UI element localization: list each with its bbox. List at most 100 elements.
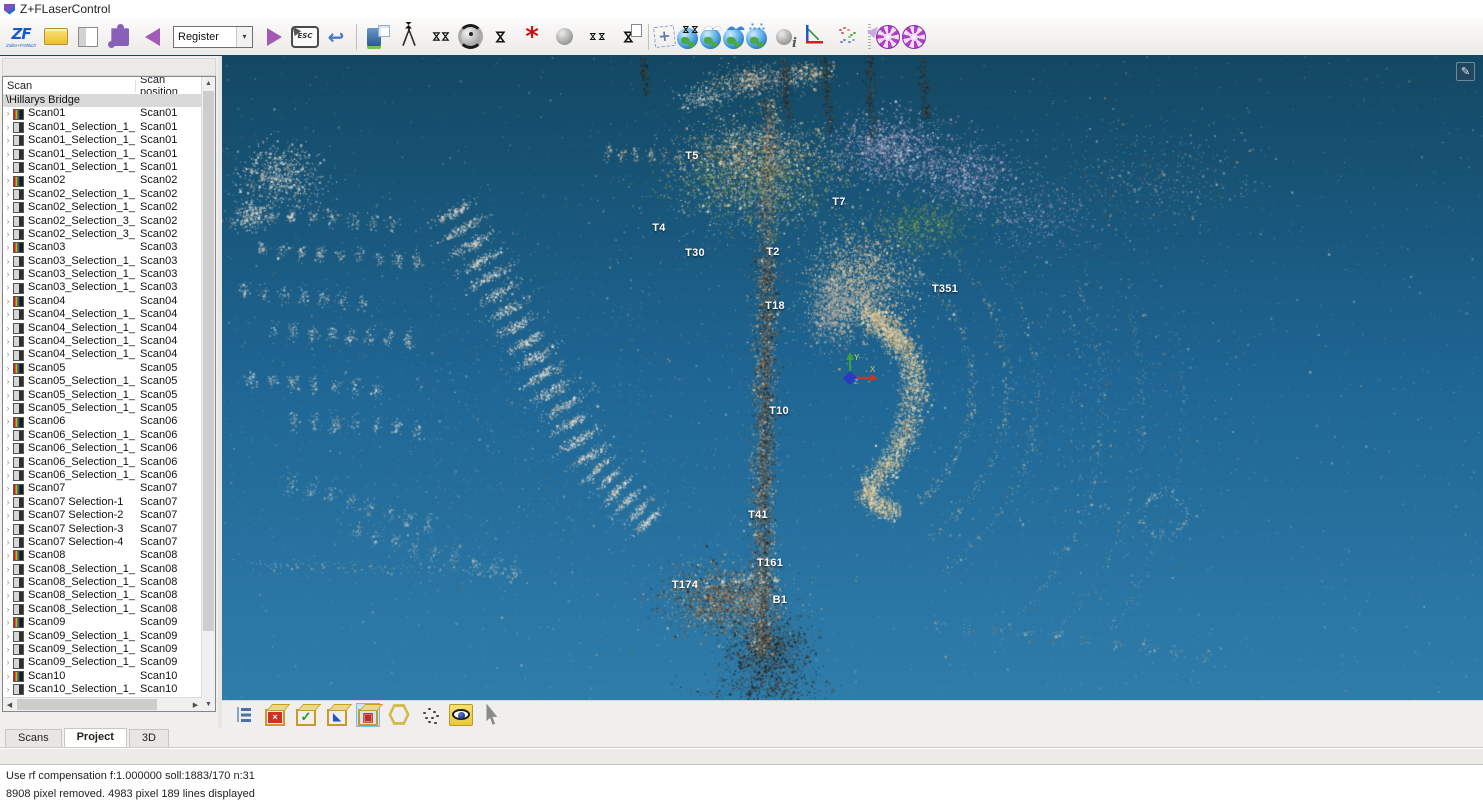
expand-chevron-icon[interactable]: › — [3, 107, 13, 120]
expand-chevron-icon[interactable]: › — [3, 335, 13, 348]
target-report-icon[interactable]: ⋈ — [613, 22, 643, 52]
scan-row[interactable]: ›Scan04_Selection_1_4Scan04 — [3, 348, 202, 361]
horizontal-scrollbar[interactable]: ◀ ▶ — [3, 697, 202, 711]
globe-clouds-icon[interactable]: ☁☁ — [700, 28, 721, 49]
expand-chevron-icon[interactable]: › — [3, 630, 13, 643]
scan-row[interactable]: ›Scan08_Selection_1_4Scan08 — [3, 603, 202, 616]
expand-chevron-icon[interactable]: › — [3, 348, 13, 361]
expand-chevron-icon[interactable]: › — [3, 456, 13, 469]
scan-row[interactable]: ›Scan04_Selection_1_2Scan04 — [3, 322, 202, 335]
scan-row[interactable]: ›Scan07 Selection-3Scan07 — [3, 523, 202, 536]
scan-tree-icon[interactable] — [232, 703, 256, 727]
scan-row[interactable]: ›Scan04_Selection_1_3Scan04 — [3, 335, 202, 348]
tab-3d[interactable]: 3D — [129, 729, 169, 747]
scan-row[interactable]: ›Scan08_Selection_1_2Scan08 — [3, 576, 202, 589]
cube-section-icon[interactable]: ◣ — [325, 703, 349, 727]
scan-row[interactable]: ›Scan05Scan05 — [3, 362, 202, 375]
scan-row[interactable]: ›Scan03_Selection_1_2Scan03 — [3, 268, 202, 281]
expand-chevron-icon[interactable]: › — [3, 281, 13, 294]
expand-chevron-icon[interactable]: › — [3, 389, 13, 402]
scan-root-row[interactable]: \Hillarys Bridge — [3, 94, 202, 107]
expand-chevron-icon[interactable]: › — [3, 402, 13, 415]
view-visibility-icon[interactable] — [449, 703, 473, 727]
scan-row[interactable]: ›Scan04_Selection_1_1Scan04 — [3, 308, 202, 321]
nav-forward-icon[interactable] — [259, 22, 289, 52]
scan-row[interactable]: ›Scan05_Selection_1_2Scan05 — [3, 389, 202, 402]
expand-chevron-icon[interactable]: › — [3, 536, 13, 549]
sphere-target-icon[interactable] — [458, 24, 483, 49]
workspace-panel-icon[interactable] — [73, 22, 103, 52]
target-star-icon[interactable]: * — [517, 22, 547, 52]
tab-project[interactable]: Project — [64, 728, 127, 747]
expand-chevron-icon[interactable]: › — [3, 589, 13, 602]
column-header-scan[interactable]: Scan — [3, 80, 136, 92]
expand-chevron-icon[interactable]: › — [3, 563, 13, 576]
scan-row[interactable]: ›Scan08_Selection_1_1Scan08 — [3, 563, 202, 576]
expand-chevron-icon[interactable]: › — [3, 523, 13, 536]
scan-row[interactable]: ›Scan07Scan07 — [3, 482, 202, 495]
scan-row[interactable]: ›Scan10_Selection_1_1Scan10 — [3, 683, 202, 696]
globe-positions-icon[interactable]: ∴∴ — [746, 28, 767, 49]
coordinate-axes-icon[interactable] — [801, 22, 831, 52]
expand-chevron-icon[interactable]: › — [3, 148, 13, 161]
scan-row[interactable]: ›Scan02_Selection_1_2Scan02 — [3, 201, 202, 214]
expand-chevron-icon[interactable]: › — [3, 174, 13, 187]
scan-row[interactable]: ›Scan03Scan03 — [3, 241, 202, 254]
targets-small-icon[interactable]: ⋈⋈ — [581, 22, 611, 52]
scan-row[interactable]: ›Scan02Scan02 — [3, 174, 202, 187]
scroll-right-icon[interactable]: ▶ — [189, 698, 202, 711]
export-spiral-icon[interactable] — [876, 25, 900, 49]
vertical-scrollbar[interactable]: ▲ ▼ — [201, 77, 215, 711]
scan-row[interactable]: ›Scan09_Selection_1_1Scan09 — [3, 630, 202, 643]
plugin-puzzle-icon[interactable] — [105, 22, 135, 52]
tab-scans[interactable]: Scans — [5, 729, 62, 747]
expand-chevron-icon[interactable]: › — [3, 121, 13, 134]
expand-chevron-icon[interactable]: › — [3, 603, 13, 616]
scan-row[interactable]: ›Scan09_Selection_1_2Scan09 — [3, 643, 202, 656]
scan-row[interactable]: ›Scan02_Selection_3_2Scan02 — [3, 228, 202, 241]
globe-scan-import-icon[interactable]: ☁☁ — [723, 28, 744, 49]
vertical-scroll-thumb[interactable] — [203, 91, 214, 631]
scan-row[interactable]: ›Scan02_Selection_1_1Scan02 — [3, 188, 202, 201]
expand-chevron-icon[interactable]: › — [3, 228, 13, 241]
scroll-down-icon[interactable]: ▼ — [202, 698, 215, 711]
scan-row[interactable]: ›Scan08_Selection_1_3Scan08 — [3, 589, 202, 602]
scroll-left-icon[interactable]: ◀ — [3, 698, 16, 711]
cube-subvolume-icon[interactable]: ▣ — [356, 703, 380, 727]
expand-chevron-icon[interactable]: › — [3, 469, 13, 482]
expand-chevron-icon[interactable]: › — [3, 215, 13, 228]
scan-row[interactable]: ›Scan06_Selection_1_4Scan06 — [3, 469, 202, 482]
expand-chevron-icon[interactable]: › — [3, 375, 13, 388]
register-dropdown[interactable]: Register▾ — [173, 26, 253, 48]
scan-row[interactable]: ›Scan03_Selection_1_1Scan03 — [3, 255, 202, 268]
select-pointer-icon[interactable] — [480, 703, 504, 727]
expand-chevron-icon[interactable]: › — [3, 509, 13, 522]
cube-remove-icon[interactable]: × — [263, 703, 287, 727]
scan-row[interactable]: ›Scan10Scan10 — [3, 670, 202, 683]
scan-row[interactable]: ›Scan05_Selection_1_1Scan05 — [3, 375, 202, 388]
expand-chevron-icon[interactable]: › — [3, 616, 13, 629]
nav-back-icon[interactable] — [137, 22, 167, 52]
globe-targets-icon[interactable]: ⋈⋈ — [677, 28, 698, 49]
scan-row[interactable]: ›Scan06_Selection_1_3Scan06 — [3, 456, 202, 469]
expand-chevron-icon[interactable]: › — [3, 322, 13, 335]
annotate-button[interactable]: ✎ — [1456, 62, 1475, 81]
horizontal-scroll-thumb[interactable] — [17, 699, 157, 710]
spiral-icon[interactable] — [902, 25, 926, 49]
expand-chevron-icon[interactable]: › — [3, 241, 13, 254]
scan-row[interactable]: ›Scan03_Selection_1_3Scan03 — [3, 281, 202, 294]
cube-accept-icon[interactable]: ✓ — [294, 703, 318, 727]
expand-chevron-icon[interactable]: › — [3, 295, 13, 308]
expand-chevron-icon[interactable]: › — [3, 134, 13, 147]
scan-row[interactable]: ›Scan01Scan01 — [3, 107, 202, 120]
scan-row[interactable]: ›Scan07 Selection-2Scan07 — [3, 509, 202, 522]
scroll-up-icon[interactable]: ▲ — [202, 77, 215, 90]
open-folder-icon[interactable] — [41, 22, 71, 52]
scan-row[interactable]: ›Scan06_Selection_1_2Scan06 — [3, 442, 202, 455]
scan-row[interactable]: ›Scan02_Selection_3_1Scan02 — [3, 215, 202, 228]
transform-selection-icon[interactable]: + — [653, 25, 676, 48]
expand-chevron-icon[interactable]: › — [3, 670, 13, 683]
scan-row[interactable]: ›Scan01_Selection_1_2Scan01 — [3, 134, 202, 147]
expand-chevron-icon[interactable]: › — [3, 643, 13, 656]
scan-row[interactable]: ›Scan09_Selection_1_3Scan09 — [3, 656, 202, 669]
